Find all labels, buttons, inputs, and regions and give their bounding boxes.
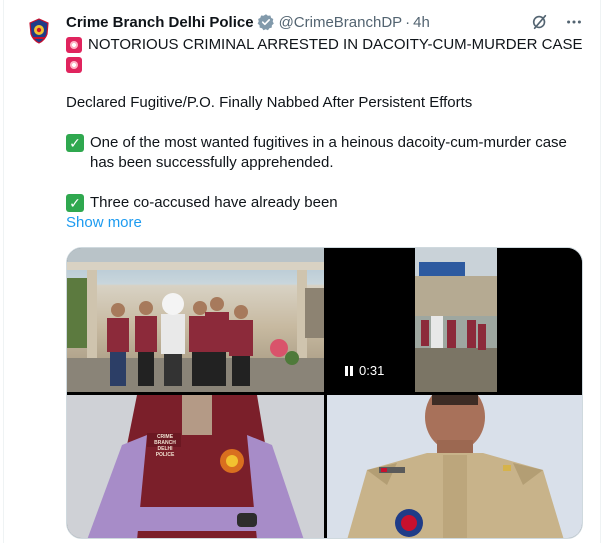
rotating-light-emoji — [66, 37, 82, 53]
arrest-group-photo[interactable] — [67, 248, 324, 392]
video-duration-badge[interactable]: 0:31 — [339, 361, 391, 380]
author-avatar[interactable] — [22, 14, 56, 48]
rotating-light-emoji — [66, 57, 82, 73]
subheadline-text: Declared Fugitive/P.O. Finally Nabbed Af… — [66, 94, 473, 111]
point-one-text: One of the most wanted fugitives in a he… — [90, 134, 567, 171]
author-name[interactable]: Crime Branch Delhi Police — [66, 14, 254, 31]
check-mark-emoji: ✓ — [66, 134, 84, 152]
video-player[interactable]: 0:31 — [327, 248, 582, 392]
headline-text: NOTORIOUS CRIMINAL ARRESTED IN DACOITY-C… — [88, 36, 583, 53]
subheadline-line: Declared Fugitive/P.O. Finally Nabbed Af… — [66, 93, 586, 113]
timestamp[interactable]: 4h — [413, 14, 430, 31]
tweet-text: NOTORIOUS CRIMINAL ARRESTED IN DACOITY-C… — [66, 35, 586, 233]
officer-portrait-photo[interactable] — [327, 395, 582, 538]
accused-closeup-photo[interactable]: CRIME BRANCH DELHI POLICE — [67, 395, 324, 538]
tweet-header: Crime Branch Delhi Police @CrimeBranchDP… — [66, 12, 584, 32]
header-actions — [530, 12, 584, 32]
show-more-link[interactable]: Show more — [66, 213, 142, 233]
point-one-line: ✓ One of the most wanted fugitives in a … — [66, 133, 586, 173]
jacket-text: CRIME BRANCH DELHI POLICE — [154, 434, 176, 458]
media-grid: 0:31 CRIME BRANCH DELHI POLICE — [66, 247, 583, 539]
delhi-police-emblem-icon — [29, 18, 49, 44]
point-two-text: Three co-accused have already been — [90, 194, 338, 211]
point-two-line: ✓ Three co-accused have already been — [66, 193, 586, 213]
separator-dot: · — [405, 13, 411, 31]
headline-line: NOTORIOUS CRIMINAL ARRESTED IN DACOITY-C… — [66, 35, 586, 55]
more-options-icon[interactable] — [564, 12, 584, 32]
author-handle[interactable]: @CrimeBranchDP — [279, 14, 403, 31]
pause-icon[interactable] — [345, 365, 353, 376]
siren-line — [66, 55, 586, 73]
check-mark-emoji: ✓ — [66, 194, 84, 212]
video-duration: 0:31 — [359, 363, 385, 378]
grok-icon[interactable] — [530, 12, 550, 32]
verified-badge-icon[interactable] — [257, 13, 275, 31]
